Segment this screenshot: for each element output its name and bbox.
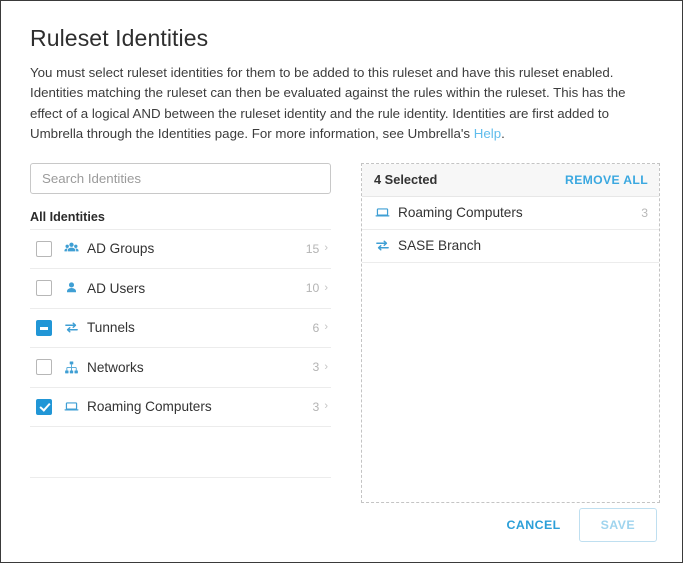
selected-item-count: 3 [641, 205, 648, 220]
list-item-count: 6 [312, 320, 320, 335]
list-bottom-divider [30, 477, 331, 479]
tunnels-icon [374, 238, 390, 254]
list-item[interactable]: Networks 3 › [30, 348, 331, 388]
networks-icon [63, 359, 79, 375]
available-identities-panel: All Identities [30, 162, 331, 503]
list-item-count: 15 [305, 241, 320, 256]
selected-item-label: Roaming Computers [398, 205, 523, 221]
selected-identities-panel: 4 Selected REMOVE ALL Roaming Computers [361, 162, 660, 503]
checkbox-tunnels[interactable] [36, 319, 52, 336]
ruleset-identities-dialog: Ruleset Identities You must select rules… [0, 0, 683, 563]
description-text-end: . [501, 126, 505, 142]
identity-selector: All Identities [30, 162, 660, 503]
identity-list: AD Groups 15 › AD Users 10 › Tunnels 6 ›… [30, 228, 331, 428]
selected-count-label: 4 Selected [374, 172, 438, 188]
list-item-count: 10 [305, 281, 320, 296]
remove-all-button[interactable]: REMOVE ALL [565, 173, 648, 187]
description-text: You must select ruleset identities for t… [30, 64, 626, 142]
checkbox-ad-users[interactable] [36, 280, 52, 297]
roaming-computers-icon [63, 399, 79, 415]
checkbox-roaming-computers[interactable] [36, 398, 52, 415]
checkbox-networks[interactable] [36, 359, 52, 376]
selected-panel-empty-area [362, 263, 659, 502]
chevron-right-icon[interactable]: › [324, 401, 328, 412]
page-title: Ruleset Identities [30, 25, 209, 51]
search-input[interactable] [30, 162, 331, 194]
list-item[interactable]: AD Users 10 › [30, 269, 331, 309]
tunnels-icon [63, 320, 79, 336]
selected-list-item[interactable]: SASE Branch [362, 230, 659, 263]
list-item-label: AD Users [87, 280, 146, 296]
chevron-right-icon[interactable]: › [324, 322, 328, 333]
dialog-footer: CANCEL SAVE [501, 508, 657, 542]
ad-groups-icon [63, 241, 79, 257]
help-link[interactable]: Help [474, 126, 501, 141]
selected-item-label: SASE Branch [398, 238, 482, 254]
list-item[interactable]: Roaming Computers 3 › [30, 388, 331, 428]
chevron-right-icon[interactable]: › [324, 361, 328, 373]
chevron-right-icon[interactable]: › [324, 282, 328, 294]
dialog-description: You must select ruleset identities for t… [30, 63, 634, 145]
list-item-label: Tunnels [87, 320, 135, 336]
list-item-label: Networks [87, 359, 144, 375]
list-item-count: 3 [312, 399, 320, 414]
save-button[interactable]: SAVE [578, 508, 657, 542]
list-item[interactable]: Tunnels 6 › [30, 309, 331, 349]
list-item-label: Roaming Computers [87, 399, 212, 415]
list-item-label: AD Groups [87, 241, 155, 257]
ad-users-icon [63, 280, 79, 296]
selected-list-item[interactable]: Roaming Computers 3 [362, 197, 659, 230]
chevron-right-icon[interactable]: › [324, 243, 328, 254]
list-item[interactable]: AD Groups 15 › [30, 230, 331, 270]
checkbox-ad-groups[interactable] [36, 240, 52, 257]
roaming-computers-icon [374, 205, 390, 221]
all-identities-heading: All Identities [30, 209, 105, 224]
list-item-count: 3 [312, 360, 320, 375]
selected-panel-header: 4 Selected REMOVE ALL [362, 163, 659, 197]
selected-panel-box: 4 Selected REMOVE ALL Roaming Computers [361, 162, 660, 503]
cancel-button[interactable]: CANCEL [501, 510, 567, 540]
